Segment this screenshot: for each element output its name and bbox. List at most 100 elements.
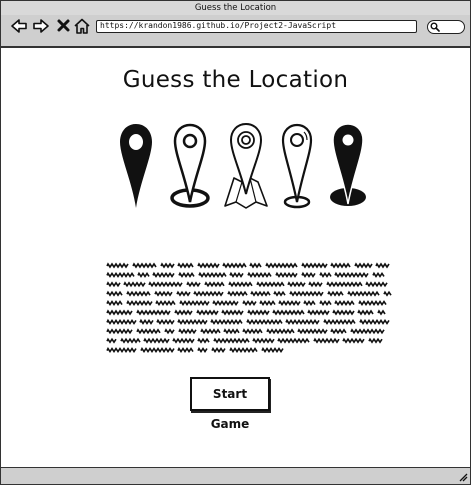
scribble-word <box>137 271 150 278</box>
scribble-word <box>197 262 220 269</box>
scribble-word <box>139 318 154 325</box>
scribble-word <box>204 281 225 288</box>
scribble-word <box>213 337 250 344</box>
close-icon[interactable] <box>55 17 73 35</box>
search-field[interactable] <box>427 20 465 34</box>
scribble-word <box>229 271 244 278</box>
location-pin-ring-icon <box>170 123 210 208</box>
scribble-word <box>200 328 221 335</box>
scribble-word <box>368 337 383 344</box>
scribble-word <box>178 328 197 335</box>
scribble-word <box>106 300 123 307</box>
scribble-word <box>177 262 194 269</box>
scribble-word <box>132 262 157 269</box>
scribble-word <box>221 309 244 316</box>
scribble-word <box>327 290 344 297</box>
scribble-word <box>249 262 262 269</box>
start-game-button[interactable]: Start Game <box>190 377 270 431</box>
scribble-word <box>303 300 316 307</box>
scribble-word <box>136 328 161 335</box>
browser-toolbar: https://krandon1986.github.io/Project2-J… <box>1 15 470 48</box>
window-title: Guess the Location <box>1 1 470 16</box>
scribble-word <box>330 328 347 335</box>
scribble-word <box>106 309 133 316</box>
scribble-word <box>106 281 121 288</box>
scribble-word <box>307 309 330 316</box>
scribble-word <box>148 281 183 288</box>
scribble-word <box>212 300 239 307</box>
scribble-word <box>177 318 208 325</box>
scribble-word <box>372 271 385 278</box>
forward-arrow-icon[interactable] <box>32 17 50 35</box>
scribble-word <box>177 347 194 354</box>
scribble-word <box>359 318 390 325</box>
scribble-word <box>365 281 388 288</box>
scribble-word <box>106 271 135 278</box>
scribble-word <box>197 337 210 344</box>
scribble-word <box>154 290 173 297</box>
scribble-word <box>246 318 283 325</box>
scribble-word <box>242 300 257 307</box>
scribble-word <box>197 347 208 354</box>
scribble-word <box>106 290 123 297</box>
scribble-word <box>330 262 351 269</box>
scribble-word <box>323 318 356 325</box>
scribble-word <box>126 300 153 307</box>
scribble-word <box>256 281 285 288</box>
scribble-word <box>179 300 210 307</box>
scribble-word <box>123 281 146 288</box>
scribble-word <box>272 309 305 316</box>
scribble-word <box>222 262 247 269</box>
scribble-word <box>172 337 195 344</box>
placeholder-paragraph <box>105 260 393 360</box>
scribble-word <box>273 290 286 297</box>
scribble-word <box>261 347 284 354</box>
scribble-word <box>347 290 380 297</box>
scribble-word <box>350 328 385 335</box>
scribble-word <box>178 271 195 278</box>
scribble-word <box>174 309 193 316</box>
scribble-word <box>334 300 355 307</box>
page-content: Guess the Location Start Game <box>1 48 470 467</box>
scribble-word <box>277 337 310 344</box>
scribble-word <box>326 281 363 288</box>
scribble-word <box>313 337 340 344</box>
scribble-word <box>247 271 272 278</box>
scribbled-text-lines <box>106 262 392 354</box>
home-icon[interactable] <box>73 17 91 35</box>
scribble-word <box>285 318 320 325</box>
scribble-word <box>242 328 263 335</box>
scribble-word <box>106 262 129 269</box>
scribble-word <box>358 300 387 307</box>
scribble-word <box>357 309 374 316</box>
scribble-word <box>223 328 240 335</box>
scribble-word <box>120 337 141 344</box>
search-icon <box>430 22 440 32</box>
scribble-word <box>210 318 243 325</box>
scribble-word <box>252 337 275 344</box>
scribble-word <box>275 271 298 278</box>
resize-grip-icon[interactable] <box>458 472 468 482</box>
scribble-word <box>342 337 365 344</box>
scribble-word <box>287 281 306 288</box>
scribble-word <box>375 262 390 269</box>
scribble-word <box>265 262 298 269</box>
scribble-word <box>319 300 332 307</box>
scribble-word <box>308 281 323 288</box>
scribble-word <box>106 337 117 344</box>
location-pin-solid-icon <box>330 123 366 206</box>
scribble-word <box>377 309 386 316</box>
location-pin-outline-icon <box>281 123 313 209</box>
scribble-word <box>164 328 175 335</box>
scribble-word <box>198 271 227 278</box>
browser-window: Guess the Location https://krandon1986.g… <box>0 0 471 485</box>
scribble-word <box>332 309 355 316</box>
scribble-word <box>266 328 295 335</box>
scribble-word <box>297 328 328 335</box>
back-arrow-icon[interactable] <box>10 17 28 35</box>
scribble-word <box>227 290 248 297</box>
url-field[interactable]: https://krandon1986.github.io/Project2-J… <box>96 20 417 33</box>
location-pin-filled-icon <box>120 124 152 208</box>
scribble-word <box>106 347 137 354</box>
scribble-word <box>301 262 328 269</box>
